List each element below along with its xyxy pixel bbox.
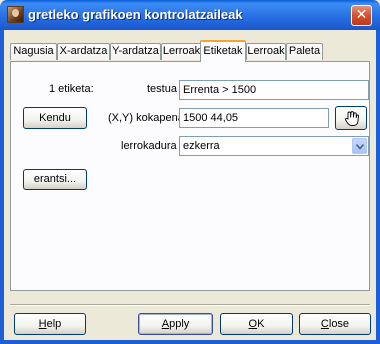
apply-label-rest: pply bbox=[169, 318, 190, 330]
tab-etiketak[interactable]: Etiketak bbox=[200, 40, 246, 62]
tab-lerroak-1[interactable]: Lerroak bbox=[161, 43, 202, 60]
pick-position-button[interactable] bbox=[335, 106, 367, 130]
close-mnemonic: C bbox=[320, 318, 329, 330]
ok-label-rest: K bbox=[257, 318, 265, 330]
justification-combo[interactable]: ezkerra bbox=[179, 136, 369, 156]
apply-mnemonic: A bbox=[161, 318, 170, 330]
tab-lerroak-2[interactable]: Lerroak bbox=[246, 43, 286, 60]
label-position-input[interactable]: 1500 44,05 bbox=[179, 108, 329, 128]
chevron-down-icon[interactable] bbox=[352, 138, 367, 154]
remove-label-button[interactable]: Kendu bbox=[23, 107, 87, 129]
tab-y-ardatza[interactable]: Y-ardatza bbox=[110, 43, 161, 60]
button-separator bbox=[10, 304, 370, 306]
tab-x-ardatza[interactable]: X-ardatza bbox=[57, 43, 110, 60]
close-label-rest: lose bbox=[328, 318, 350, 330]
label-text-input[interactable]: Errenta > 1500 bbox=[179, 80, 369, 100]
close-button[interactable]: Close bbox=[299, 313, 371, 335]
help-button[interactable]: Help bbox=[14, 313, 86, 335]
apply-button[interactable]: Apply bbox=[138, 313, 213, 335]
ok-mnemonic: O bbox=[248, 318, 258, 330]
title-bar[interactable]: gretleko grafikoen kontrolatzaileak ✕ bbox=[0, 0, 380, 30]
dialog-window: gretleko grafikoen kontrolatzaileak ✕ Na… bbox=[0, 0, 380, 344]
ok-button[interactable]: OK bbox=[220, 313, 293, 335]
tab-paleta[interactable]: Paleta bbox=[286, 43, 323, 60]
pointing-hand-icon bbox=[344, 110, 360, 130]
window-border-bottom bbox=[0, 340, 380, 344]
app-icon bbox=[7, 6, 24, 23]
tab-nagusia[interactable]: Nagusia bbox=[10, 43, 57, 60]
text-field-label: testua bbox=[147, 83, 177, 95]
window-border-right bbox=[376, 30, 380, 344]
tab-panel-etiketak: 1 etiketa: testua Errenta > 1500 Kendu (… bbox=[10, 61, 370, 291]
label-number: 1 etiketa: bbox=[49, 83, 94, 95]
justification-label: lerrokadura bbox=[121, 140, 177, 152]
window-border-left bbox=[0, 30, 4, 344]
position-label: (X,Y) kokapena bbox=[108, 112, 184, 124]
justification-value: ezkerra bbox=[183, 140, 220, 152]
window-title: gretleko grafikoen kontrolatzaileak bbox=[28, 7, 243, 22]
help-label-rest: elp bbox=[46, 318, 62, 330]
add-label-button[interactable]: erantsi... bbox=[23, 169, 87, 190]
close-window-button[interactable]: ✕ bbox=[351, 5, 372, 26]
help-mnemonic: H bbox=[38, 318, 47, 330]
